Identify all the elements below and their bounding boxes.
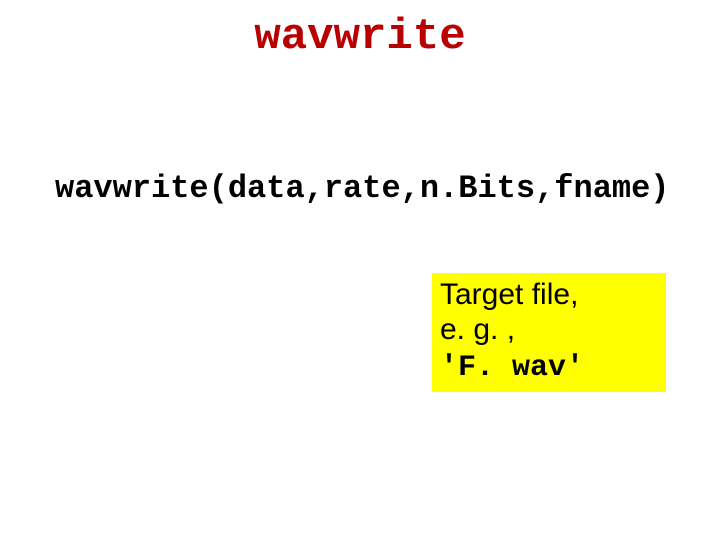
function-signature: wavwrite(data,rate,n.Bits,fname) bbox=[55, 170, 670, 207]
slide-title: wavwrite bbox=[0, 12, 720, 62]
slide: wavwrite wavwrite(data,rate,n.Bits,fname… bbox=[0, 0, 720, 540]
callout-line-1: Target file, bbox=[440, 278, 578, 311]
argument-callout: Target file, e. g. , 'F. wav' bbox=[432, 273, 666, 392]
callout-line-3: 'F. wav' bbox=[440, 351, 584, 385]
callout-line-2: e. g. , bbox=[440, 313, 515, 346]
